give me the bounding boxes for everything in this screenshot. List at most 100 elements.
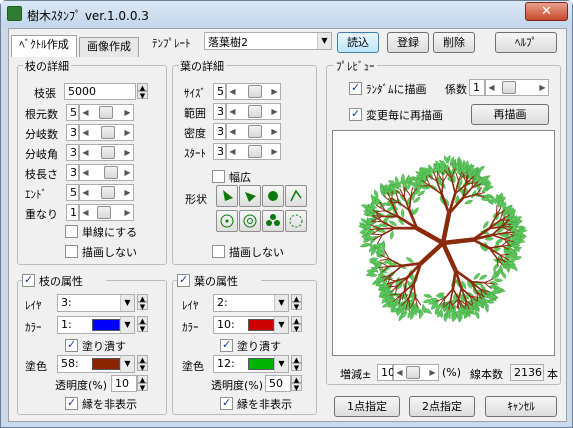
redraw-on-change-checkbox[interactable]: 変更毎に再描画 [349,107,459,122]
leaf-row-3-input[interactable]: 3 [213,143,226,160]
leaf-color-spinner[interactable]: ▲ ▼ [291,316,302,333]
coef-label: 係数 [445,83,467,96]
leaf-row-0-input[interactable]: 5 [213,83,226,100]
leaf-row-1-input[interactable]: 3 [213,103,226,120]
redraw-button[interactable]: 再描画 [471,104,549,125]
branch-row-5-slider[interactable]: ◀ ▶ [79,204,134,221]
leaf-row-1-slider-thumb[interactable] [248,105,262,118]
leaf-hide-edge-checkbox[interactable]: 縁を非表示 [220,396,300,411]
branch-row-4-slider[interactable]: ◀ ▶ [79,184,134,201]
leaf-row-3-slider[interactable]: ◀ ▶ [226,143,281,160]
leaf-shape-7-button[interactable] [262,210,284,232]
app-icon [7,6,22,21]
branch-row-4-slider-thumb[interactable] [101,186,115,199]
leaf-row-2-slider-thumb[interactable] [248,125,262,138]
branch-row-1-input[interactable]: 3 [66,124,79,141]
branch-row-0-input[interactable]: 5 [66,104,79,121]
close-button[interactable]: ✕ [525,2,568,21]
branch-row-2-slider-thumb[interactable] [101,146,115,159]
branch-row-4-input[interactable]: 5 [66,184,79,201]
trunk-input[interactable]: 5000 [64,83,136,100]
help-button[interactable]: ﾍﾙﾌﾟ [495,32,557,53]
increase-input[interactable]: 10 [377,364,395,381]
widen-checkbox[interactable]: 幅広 [212,169,272,184]
leaf-row-2-slider[interactable]: ◀ ▶ [226,123,281,140]
branch-attr-checkbox[interactable]: 枝の属性 [22,273,106,288]
leaf-color-select[interactable]: 10: ▼ [213,316,289,334]
leaf-row-3-slider-thumb[interactable] [248,145,262,158]
leaf-row-0-slider[interactable]: ◀ ▶ [226,83,281,100]
leaf-no-draw-checkbox[interactable]: 描画しない [212,244,292,259]
branch-layer-select[interactable]: 3: ▼ [57,294,135,312]
leaf-opacity-spinner[interactable]: ▲ ▼ [291,375,302,392]
single-line-label: 単線にする [82,226,138,239]
leaf-opacity-input[interactable]: 50 [265,375,291,392]
branch-fill-label: 塗り潰す [82,340,126,353]
leaf-shape-6-button[interactable] [239,210,261,232]
leaf-layer-spinner[interactable]: ▲ ▼ [291,294,302,311]
leaf-shape [405,257,414,263]
branch-row-0-slider-thumb[interactable] [99,106,113,119]
branch-row-2-input[interactable]: 3 [66,144,79,161]
increase-slider[interactable]: ◀ ▶ [393,364,439,381]
percent-label: (%) [442,366,462,379]
branch-fill-color-select[interactable]: 58: ▼ [57,355,135,373]
increase-slider-thumb[interactable] [406,366,420,379]
leaf-fill-checkbox[interactable]: 塗り潰す [220,338,290,353]
two-point-button[interactable]: 2点指定 [409,396,475,417]
branch-no-draw-checkbox[interactable]: 描画しない [65,244,145,259]
cancel-button[interactable]: ｷｬﾝｾﾙ [485,396,557,417]
branch-row-3-slider-thumb[interactable] [104,166,118,179]
delete-button[interactable]: 削除 [433,32,475,53]
title-bar[interactable]: 樹木ｽﾀﾝﾌﾟ ver.1.0.0.3 ✕ [1,1,572,27]
leaf-shape-1-button[interactable] [216,185,238,207]
branch-opacity-spinner[interactable]: ▲ ▼ [137,375,148,392]
coef-slider[interactable]: ◀ ▶ [485,79,549,96]
branch-fill-color-spinner[interactable]: ▲ ▼ [137,355,148,372]
coef-slider-thumb[interactable] [502,81,516,94]
branch-row-1-slider-thumb[interactable] [101,126,115,139]
preview-canvas [332,130,555,356]
branch-row-1-slider[interactable]: ◀ ▶ [79,124,134,141]
branch-row-3-input[interactable]: 3 [66,164,79,181]
branch-row-5-slider-thumb[interactable] [97,206,111,219]
leaf-shape-4-button[interactable] [285,185,307,207]
one-point-button[interactable]: 1点指定 [334,396,400,417]
leaf-attr-checkbox[interactable]: 葉の属性 [177,273,261,288]
leaf-shape-2-button[interactable] [239,185,261,207]
branch-color-select[interactable]: 1: ▼ [57,316,135,334]
trunk-spinner[interactable]: ▲ ▼ [137,83,148,100]
branch-row-0-label: 根元数 [25,108,58,121]
leaf-fill-color-select[interactable]: 12: ▼ [213,355,289,373]
leaf-shape [390,230,394,240]
leaf-shape-3-button[interactable] [262,185,284,207]
leaf-fill-color-value: 12: [217,357,235,370]
leaf-shape [478,274,488,280]
load-button[interactable]: 読込 [337,32,379,53]
leaf-shape-8-button[interactable] [285,210,307,232]
branch-row-0-slider[interactable]: ◀ ▶ [79,104,134,121]
branch-layer-spinner[interactable]: ▲ ▼ [137,294,148,311]
coef-input[interactable]: 1 [469,79,485,96]
leaf-row-2-input[interactable]: 3 [213,123,226,140]
tab-vector[interactable]: ﾍﾞｸﾄﾙ作成 [11,35,77,57]
branch-row-5-input[interactable]: 1 [66,204,79,221]
register-button[interactable]: 登録 [387,32,429,53]
branch-line [418,240,446,266]
branch-fill-checkbox[interactable]: 塗り潰す [65,338,135,353]
leaf-row-0-slider-thumb[interactable] [248,85,262,98]
leaf-shape-5-button[interactable] [216,210,238,232]
tab-image[interactable]: 画像作成 [79,37,139,57]
leaf-layer-select[interactable]: 2: ▼ [213,294,289,312]
leaf-row-1-slider[interactable]: ◀ ▶ [226,103,281,120]
single-line-checkbox[interactable]: 単線にする [65,224,145,239]
branch-row-2-slider[interactable]: ◀ ▶ [79,144,134,161]
branch-hide-edge-checkbox[interactable]: 縁を非表示 [65,396,145,411]
random-draw-checkbox[interactable]: ﾗﾝﾀﾞﾑに描画 [349,81,439,96]
branch-opacity-input[interactable]: 10 [111,375,137,392]
template-select[interactable]: 落葉樹2 ▼ [204,32,332,50]
leaf-fill-color-spinner[interactable]: ▲ ▼ [291,355,302,372]
branch-row-3-slider[interactable]: ◀ ▶ [79,164,134,181]
branch-color-spinner[interactable]: ▲ ▼ [137,316,148,333]
chevron-left-icon: ◀ [229,127,236,136]
